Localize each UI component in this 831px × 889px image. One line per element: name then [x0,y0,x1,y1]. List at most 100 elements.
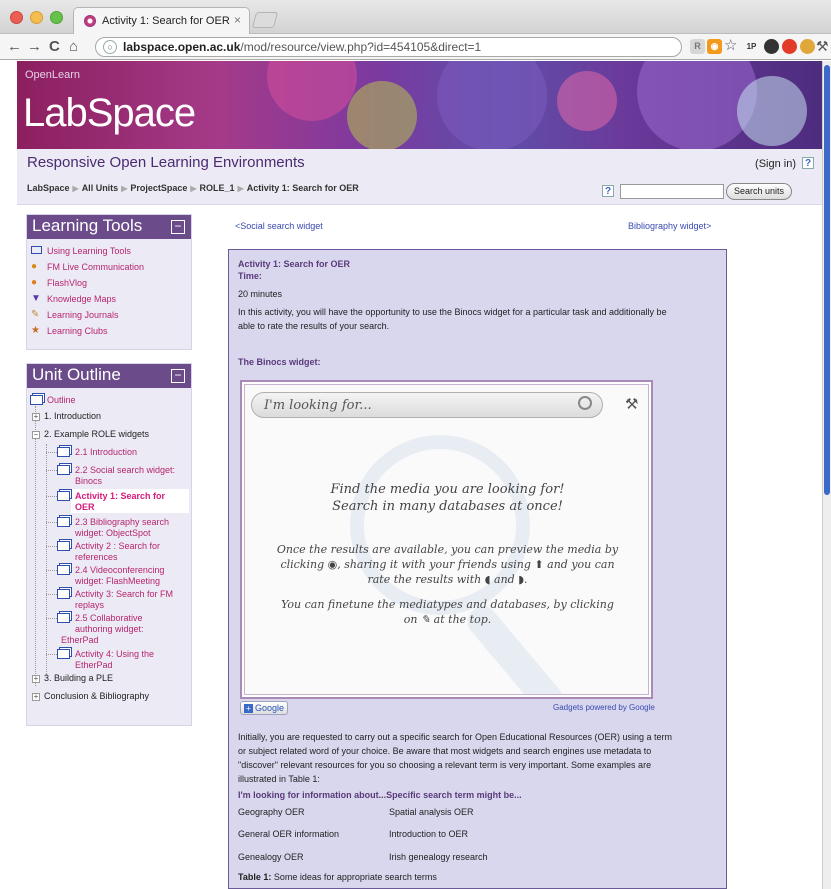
tool-learning-journals[interactable]: ✎ Learning Journals [27,307,191,323]
table-header: I'm looking for information about...Spec… [238,790,522,800]
collapse-learning-tools-button[interactable]: − [171,220,185,234]
document-icon [57,465,70,475]
prev-page-link[interactable]: <Social search widget [235,221,323,231]
para-line-4: illustrated in Table 1: [238,774,320,784]
breadcrumb-projectspace[interactable]: ProjectSpace [130,183,187,193]
search-units-input[interactable] [620,184,724,199]
outline-building-ple[interactable]: 3. Building a PLE [44,673,113,684]
expand-icon[interactable]: + [32,413,40,421]
background-magnifier-icon [350,435,530,615]
tool-knowledge-maps[interactable]: ▼ Knowledge Maps [27,291,191,307]
expand-icon[interactable]: + [32,675,40,683]
learning-tools-block: Learning Tools − Using Learning Tools ● F… [26,214,192,350]
back-arrow-icon[interactable]: ← [7,38,22,56]
outline-2-4[interactable]: 2.4 Videoconferencing widget: FlashMeetin… [75,565,164,587]
dark-extension-icon[interactable] [764,39,779,54]
flashvlog-icon: ● [31,277,38,288]
outline-2-2[interactable]: 2.2 Social search widget: Binocs [75,465,175,487]
powered-by-google-link[interactable]: Gadgets powered by Google [553,703,655,712]
breadcrumb-all-units[interactable]: All Units [82,183,119,193]
intro-line-2: able to rate the results of your search. [238,321,390,331]
1password-extension-icon[interactable]: 1P [744,39,759,54]
opera-extension-icon[interactable] [782,39,797,54]
cookie-extension-icon[interactable] [800,39,815,54]
wrench-icon[interactable]: ⚒ [816,37,829,55]
tool-flashvlog[interactable]: ● FlashVlog [27,275,191,291]
site-header: Responsive Open Learning Environments (S… [17,149,822,177]
time-value: 20 minutes [238,289,283,299]
forward-arrow-icon[interactable]: → [27,38,42,56]
scrollbar-thumb[interactable] [824,65,830,495]
outline-conclusion[interactable]: Conclusion & Bibliography [44,691,149,702]
home-icon[interactable]: ⌂ [69,38,78,56]
time-label: Time: [238,271,262,281]
outline-example-widgets[interactable]: 2. Example ROLE widgets [44,429,149,440]
sun-icon: ● [31,261,38,272]
outline-2-5[interactable]: 2.5 Collaborative authoring widget: EtherP… [61,613,144,646]
outline-activity-3[interactable]: Activity 3: Search for FM replays [75,589,173,611]
plus-icon: + [244,704,253,713]
search-help-icon[interactable]: ? [602,185,614,197]
page-scrollbar[interactable] [822,61,831,889]
outline-2-3[interactable]: 2.3 Bibliography search widget: ObjectSpo… [75,517,169,539]
next-page-link[interactable]: Bibliography widget> [628,221,711,231]
browser-tab[interactable]: Activity 1: Search for OER × [73,7,250,34]
document-icon [57,517,70,527]
reload-icon[interactable]: C [49,38,60,56]
document-icon [57,447,70,457]
unit-outline-header: Unit Outline − [27,364,191,388]
rss-extension-icon[interactable]: ◉ [707,39,722,54]
collapse-icon[interactable]: − [32,431,40,439]
outline-activity-2[interactable]: Activity 2 : Search for references [75,541,160,563]
sign-in-link[interactable]: (Sign in) [755,158,796,170]
labspace-banner: OpenLearn LabSpace [17,61,822,149]
browser-toolbar: ← → C ⌂ ○ labspace.open.ac.uk/mod/resour… [0,34,831,60]
breadcrumb-role-1[interactable]: ROLE_1 [200,183,235,193]
add-to-google-button[interactable]: + Google [240,701,288,715]
binocs-widget: I'm looking for... ⚒ Find the media you … [240,380,653,699]
search-units-button[interactable]: Search units [726,183,792,200]
tool-fm-live[interactable]: ● FM Live Communication [27,259,191,275]
browser-tab-bar: Activity 1: Search for OER × [0,0,831,34]
zoom-window-button[interactable] [50,11,63,24]
outline-activity-4[interactable]: Activity 4: Using the EtherPad [75,649,154,671]
document-icon [57,589,70,599]
outline-2-1[interactable]: 2.1 Introduction [75,447,137,458]
table-caption: Table 1: Some ideas for appropriate sear… [238,872,437,882]
journal-icon: ✎ [31,309,40,320]
document-icon [57,541,70,551]
triangle-icon: ▼ [31,293,41,304]
breadcrumb-labspace[interactable]: LabSpace [27,183,70,193]
search-icon[interactable] [578,396,592,410]
minimize-window-button[interactable] [30,11,43,24]
navigation-bar: LabSpace ▶ All Units ▶ ProjectSpace ▶ ROLE_1 ▶ A… [17,177,822,205]
expand-icon[interactable]: + [32,693,40,701]
outline-activity-1: Activity 1: Search for OER [75,491,166,512]
tool-using-learning-tools[interactable]: Using Learning Tools [27,243,191,259]
bookmark-star-icon[interactable]: ☆ [724,37,737,55]
widget-find-line-1: Find the media you are looking for! [330,482,565,497]
close-window-button[interactable] [10,11,23,24]
collapse-unit-outline-button[interactable]: − [171,369,185,383]
site-info-icon[interactable]: ○ [103,40,117,54]
table-cell: Irish genealogy research [389,852,488,862]
outline-introduction[interactable]: 1. Introduction [44,411,101,422]
favicon-icon [84,15,96,27]
reader-extension-icon[interactable]: R [690,39,705,54]
help-icon[interactable]: ? [802,157,814,169]
para-line-1: Initially, you are requested to carry ou… [238,732,673,742]
openlearn-logo-text: OpenLearn [25,69,81,81]
tab-close-icon[interactable]: × [234,13,241,27]
tool-learning-clubs[interactable]: ★ Learning Clubs [27,323,191,339]
settings-wrench-icon[interactable]: ⚒ [625,395,638,413]
new-tab-button[interactable] [251,12,279,28]
address-bar[interactable]: ○ labspace.open.ac.uk/mod/resource/view.… [95,37,682,57]
binocs-search-placeholder: I'm looking for... [264,398,372,413]
site-title: Responsive Open Learning Environments [27,154,305,171]
breadcrumb-current: Activity 1: Search for OER [246,183,359,193]
outline-link[interactable]: Outline [47,395,76,406]
binocs-search-input[interactable]: I'm looking for... [251,392,603,418]
learning-tools-title: Learning Tools [32,216,143,235]
labspace-logo[interactable]: LabSpace [23,91,196,136]
table-row: Genealogy OER [238,852,304,862]
